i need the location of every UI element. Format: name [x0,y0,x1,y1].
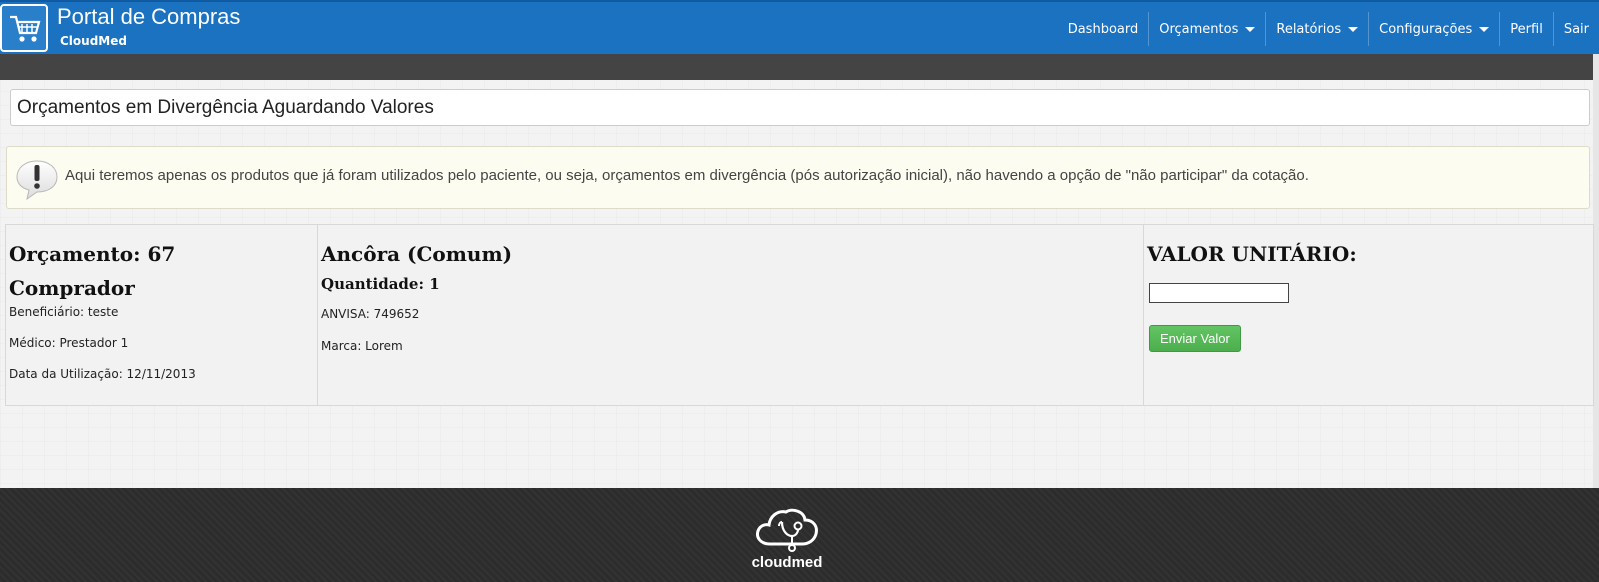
page-title: Orçamentos em Divergência Aguardando Val… [17,97,434,118]
cloud-stethoscope-icon [756,508,818,552]
nav-perfil[interactable]: Perfil [1499,12,1553,46]
exclamation-bubble-icon [15,159,59,205]
product-brand: Marca: Lorem [321,339,403,353]
nav-label: Relatórios [1276,21,1342,37]
nav-sair[interactable]: Sair [1552,12,1599,46]
budget-number: Orçamento: 67 [9,242,176,266]
quote-row: Orçamento: 67 Comprador Beneficiário: te… [5,224,1594,406]
chevron-down-icon [1245,26,1256,32]
nav-label: Perfil [1510,21,1543,37]
doctor: Médico: Prestador 1 [9,336,129,350]
footer-logo[interactable]: cloudmed [748,504,826,571]
unit-value-input[interactable] [1149,283,1289,303]
nav-configuracoes[interactable]: Configurações [1368,12,1499,46]
nav-relatorios[interactable]: Relatórios [1265,12,1368,46]
shopping-cart-icon[interactable] [0,4,48,52]
nav-label: Orçamentos [1159,21,1239,37]
top-navbar: Portal de Compras CloudMed Dashboard Orç… [0,0,1599,54]
quote-product-column: Ancôra (Comum) Quantidade: 1 ANVISA: 749… [318,225,1144,405]
chevron-down-icon [1348,26,1359,32]
nav-orcamentos[interactable]: Orçamentos [1148,12,1265,46]
page-title-panel: Orçamentos em Divergência Aguardando Val… [10,89,1590,126]
sub-navbar [0,54,1599,80]
product-name: Ancôra (Comum) [321,242,513,266]
product-quantity: Quantidade: 1 [321,275,440,293]
buyer-heading: Comprador [9,276,135,300]
footer: cloudmed [0,488,1599,582]
nav-label: Dashboard [1067,21,1139,37]
usage-date: Data da Utilização: 12/11/2013 [9,367,196,381]
beneficiary: Beneficiário: teste [9,305,119,319]
product-anvisa: ANVISA: 749652 [321,307,420,321]
nav-label: Sair [1563,21,1589,37]
nav-label: Configurações [1379,21,1473,37]
quote-value-column: VALOR UNITÁRIO: Enviar Valor [1144,225,1593,405]
quote-buyer-column: Orçamento: 67 Comprador Beneficiário: te… [6,225,318,405]
send-value-button[interactable]: Enviar Valor [1149,325,1241,352]
info-message: Aqui teremos apenas os produtos que já f… [65,167,1309,184]
brand-subtitle: CloudMed [60,34,127,48]
brand-title[interactable]: Portal de Compras [57,4,240,30]
chevron-down-icon [1479,26,1490,32]
main-nav: Dashboard Orçamentos Relatórios Configur… [1058,12,1599,46]
unit-value-label: VALOR UNITÁRIO: [1147,242,1357,266]
nav-dashboard[interactable]: Dashboard [1058,12,1149,46]
info-alert: Aqui teremos apenas os produtos que já f… [6,146,1590,209]
footer-logo-text: cloudmed [751,554,823,571]
